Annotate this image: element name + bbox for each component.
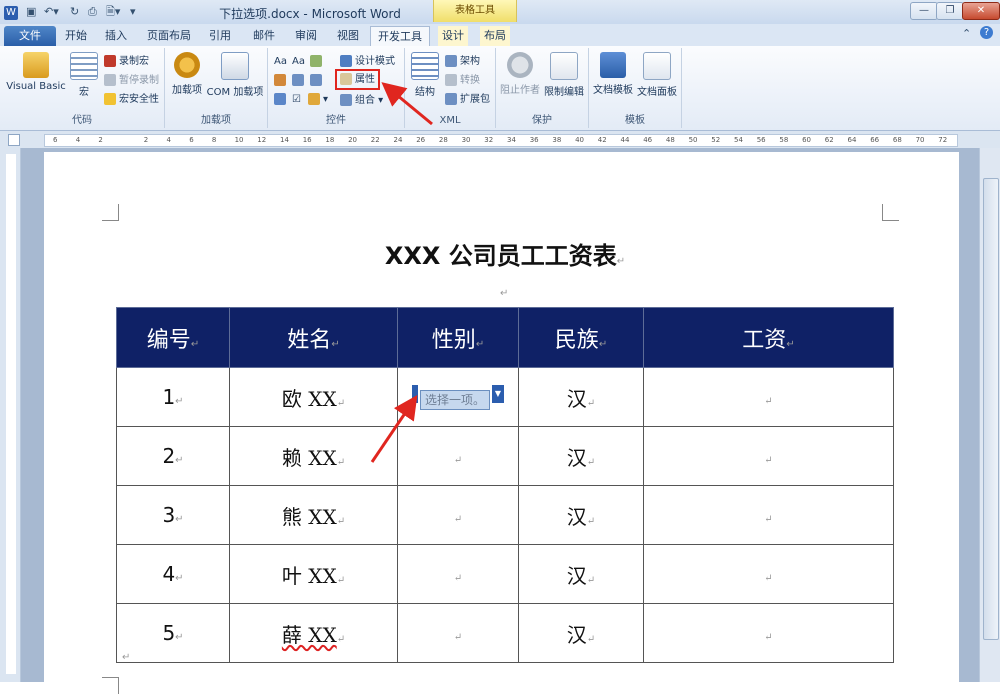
- arrow-to-properties: [381, 82, 433, 126]
- arrow-to-dropdown: [370, 395, 418, 463]
- annotation-arrows: [370, 82, 433, 463]
